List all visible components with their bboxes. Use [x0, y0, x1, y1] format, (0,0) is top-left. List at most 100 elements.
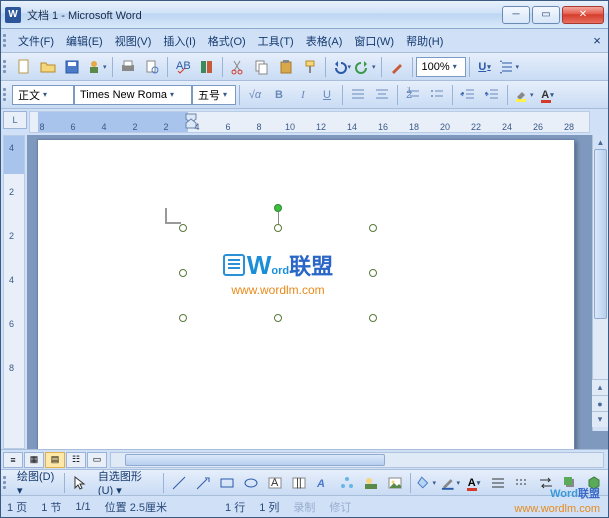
page-viewport[interactable]: Word联盟 www.wordlm.com ▲ ▼ ▴ ● ▾ [27, 135, 608, 449]
menu-file[interactable]: 文件(F) [12, 31, 60, 51]
wordart-button[interactable]: A [312, 472, 334, 494]
diagram-button[interactable] [336, 472, 358, 494]
undo-button[interactable]: ▾ [330, 56, 353, 78]
italic-button[interactable]: I [292, 84, 314, 106]
increase-indent-button[interactable] [481, 84, 503, 106]
paste-button[interactable] [275, 56, 297, 78]
svg-text:A: A [271, 477, 279, 489]
next-page-button[interactable]: ▾ [592, 411, 608, 427]
line-spacing-button[interactable]: ▾ [498, 56, 521, 78]
menu-tools[interactable]: 工具(T) [252, 31, 300, 51]
page[interactable]: Word联盟 www.wordlm.com [37, 139, 575, 449]
research-button[interactable] [196, 56, 218, 78]
permission-button[interactable]: ▾ [85, 56, 108, 78]
print-button[interactable] [117, 56, 139, 78]
grip-icon[interactable] [3, 86, 9, 104]
grip-icon[interactable] [3, 474, 8, 492]
ruler-horizontal[interactable]: 8642246810121416182022242628 [29, 111, 590, 133]
redo-button[interactable]: ▾ [354, 56, 377, 78]
arrow-button[interactable] [192, 472, 214, 494]
window-title: 文档 1 - Microsoft Word [27, 7, 502, 23]
menu-edit[interactable]: 编辑(E) [60, 31, 109, 51]
clipart-button[interactable] [360, 472, 382, 494]
font-size-dropdown[interactable]: 五号▾ [192, 85, 236, 105]
font-value: Times New Roma [80, 89, 167, 101]
vertical-textbox-button[interactable]: || [288, 472, 310, 494]
horizontal-scrollbar[interactable] [110, 452, 604, 468]
numbered-list-button[interactable]: 12 [402, 84, 424, 106]
fill-color-button[interactable]: ▾ [415, 472, 437, 494]
ruler-vertical[interactable]: 422468 [3, 135, 25, 449]
select-objects-button[interactable] [69, 472, 91, 494]
menu-window[interactable]: 窗口(W) [348, 31, 400, 51]
dash-style-button[interactable] [511, 472, 533, 494]
print-preview-button[interactable] [141, 56, 163, 78]
browse-object-buttons: ▴ ● ▾ [592, 379, 608, 431]
shadow-button[interactable] [559, 472, 581, 494]
select-browse-button[interactable]: ● [592, 395, 608, 411]
textbox-button[interactable]: A [264, 472, 286, 494]
menu-insert[interactable]: 插入(I) [157, 31, 201, 51]
rectangle-button[interactable] [216, 472, 238, 494]
font-color-draw-button[interactable]: A▾ [463, 472, 485, 494]
outline-view-button[interactable]: ☷ [66, 452, 86, 468]
menu-view[interactable]: 视图(V) [109, 31, 158, 51]
ink-button[interactable] [386, 56, 408, 78]
3d-button[interactable] [583, 472, 605, 494]
zoom-dropdown[interactable]: 100%▾ [416, 57, 466, 77]
equation-button[interactable]: √α [244, 84, 266, 106]
prev-page-button[interactable]: ▴ [592, 379, 608, 395]
line-style-button[interactable] [487, 472, 509, 494]
selected-image-object[interactable]: Word联盟 www.wordlm.com [183, 228, 373, 318]
document-icon [223, 254, 245, 276]
style-dropdown[interactable]: 正文▾ [12, 85, 74, 105]
highlight-button[interactable]: ▾ [512, 84, 535, 106]
menu-table[interactable]: 表格(A) [300, 31, 349, 51]
align-center-button[interactable] [371, 84, 393, 106]
menubar: 文件(F) 编辑(E) 视图(V) 插入(I) 格式(O) 工具(T) 表格(A… [1, 29, 608, 53]
status-col: 1 列 [259, 499, 279, 515]
menu-format[interactable]: 格式(O) [202, 31, 252, 51]
underline2-button[interactable]: U [316, 84, 338, 106]
maximize-button[interactable]: ▭ [532, 6, 560, 24]
style-value: 正文 [18, 87, 40, 103]
menu-help[interactable]: 帮助(H) [400, 31, 449, 51]
line-button[interactable] [168, 472, 190, 494]
underline-button[interactable]: U▾ [474, 56, 496, 78]
status-rec[interactable]: 录制 [293, 499, 315, 515]
status-rev[interactable]: 修订 [329, 499, 351, 515]
close-button[interactable]: ✕ [562, 6, 604, 24]
document-area: 422468 [1, 135, 608, 449]
status-pages: 1/1 [75, 501, 90, 513]
oval-button[interactable] [240, 472, 262, 494]
grip-icon[interactable] [3, 32, 9, 50]
format-painter-button[interactable] [299, 56, 321, 78]
minimize-button[interactable]: ─ [502, 6, 530, 24]
align-distribute-button[interactable] [347, 84, 369, 106]
line-color-button[interactable]: ▾ [439, 472, 461, 494]
grip-icon[interactable] [3, 58, 9, 76]
copy-button[interactable] [251, 56, 273, 78]
decrease-indent-button[interactable] [457, 84, 479, 106]
insert-picture-button[interactable] [384, 472, 406, 494]
arrow-style-button[interactable] [535, 472, 557, 494]
cut-button[interactable] [227, 56, 249, 78]
font-dropdown[interactable]: Times New Roma▾ [74, 85, 192, 105]
save-button[interactable] [61, 56, 83, 78]
spellcheck-button[interactable]: ABC [172, 56, 194, 78]
font-color-button[interactable]: A▾ [537, 84, 559, 106]
scroll-thumb[interactable] [594, 149, 607, 319]
open-button[interactable] [37, 56, 59, 78]
svg-text:||: || [296, 477, 302, 489]
scroll-up-button[interactable]: ▲ [593, 135, 608, 149]
ruler-corner[interactable]: L [3, 111, 27, 129]
menubar-close-icon[interactable]: × [588, 32, 606, 50]
status-position: 位置 2.5厘米 [105, 499, 167, 515]
bold-button[interactable]: B [268, 84, 290, 106]
bullet-list-button[interactable] [426, 84, 448, 106]
scroll-thumb[interactable] [125, 454, 385, 466]
size-value: 五号 [198, 87, 220, 103]
formatting-toolbar: 正文▾ Times New Roma▾ 五号▾ √α B I U 12 ▾ A▾ [1, 81, 608, 109]
rotation-handle[interactable] [274, 204, 282, 212]
new-doc-button[interactable] [13, 56, 35, 78]
